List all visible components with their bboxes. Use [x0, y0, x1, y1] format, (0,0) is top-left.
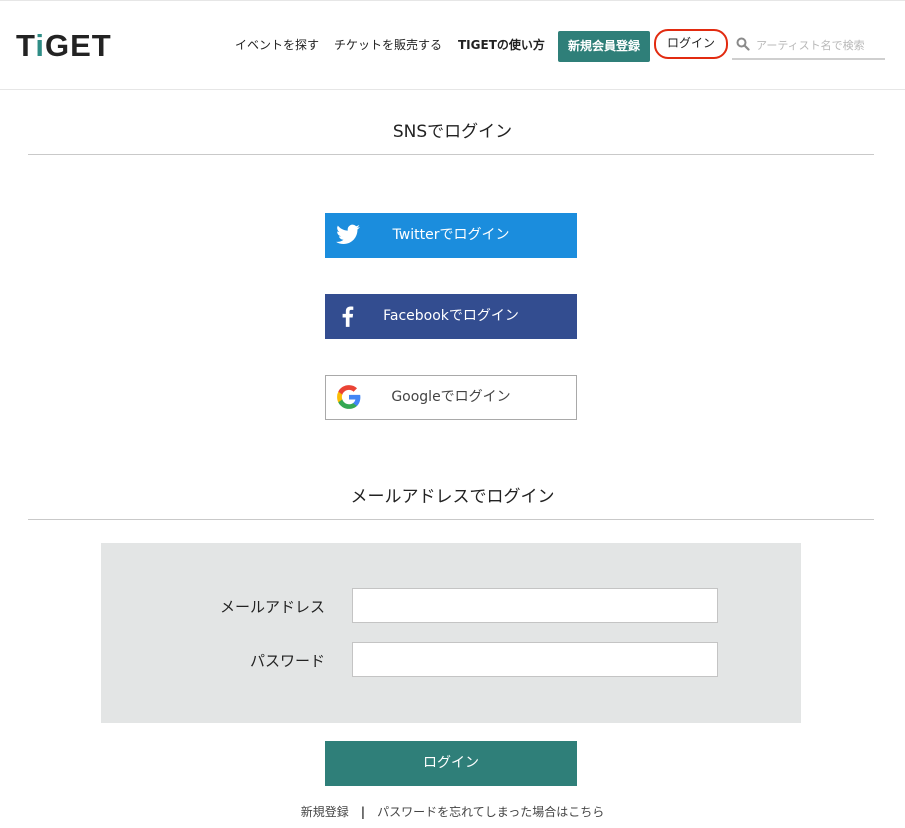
- divider: [28, 154, 874, 155]
- link-separator: |: [360, 805, 366, 819]
- twitter-login-label: Twitterでログイン: [392, 227, 510, 243]
- twitter-login-button[interactable]: Twitterでログイン: [325, 213, 577, 258]
- google-g-icon: [337, 385, 361, 409]
- divider: [28, 519, 874, 520]
- search-box[interactable]: [732, 31, 885, 60]
- email-login-form: [101, 543, 801, 723]
- facebook-login-label: Facebookでログイン: [383, 308, 519, 324]
- nav-sell-tickets[interactable]: チケットを販売する: [334, 37, 442, 53]
- register-link[interactable]: 新規登録: [301, 805, 349, 819]
- facebook-login-button[interactable]: Facebookでログイン: [325, 294, 577, 339]
- email-field[interactable]: [352, 588, 718, 623]
- forgot-password-link[interactable]: パスワードを忘れてしまった場合はこちら: [377, 805, 604, 819]
- site-header: TiGET イベントを探す チケットを販売する TIGETの使い方 新規会員登録…: [0, 0, 905, 90]
- search-icon: [736, 37, 750, 51]
- google-login-button[interactable]: Googleでログイン: [325, 375, 577, 420]
- email-label: メールアドレス: [219, 598, 325, 616]
- search-input[interactable]: [756, 34, 882, 56]
- login-nav-link[interactable]: ログイン: [654, 29, 728, 59]
- register-button[interactable]: 新規会員登録: [558, 31, 650, 62]
- email-section-title: メールアドレスでログイン: [350, 487, 555, 507]
- sns-section-title: SNSでログイン: [392, 122, 513, 142]
- tiget-logo[interactable]: TiGET: [16, 29, 112, 63]
- nav-how-to-use[interactable]: TIGETの使い方: [458, 37, 545, 53]
- twitter-bird-icon: [336, 224, 360, 244]
- footer-links: 新規登録 | パスワードを忘れてしまった場合はこちら: [0, 803, 905, 820]
- nav-find-events[interactable]: イベントを探す: [235, 37, 319, 53]
- login-submit-button[interactable]: ログイン: [325, 741, 577, 786]
- google-login-label: Googleでログイン: [391, 389, 511, 405]
- password-field[interactable]: [352, 642, 718, 677]
- facebook-f-icon: [342, 306, 354, 327]
- password-label: パスワード: [249, 652, 325, 670]
